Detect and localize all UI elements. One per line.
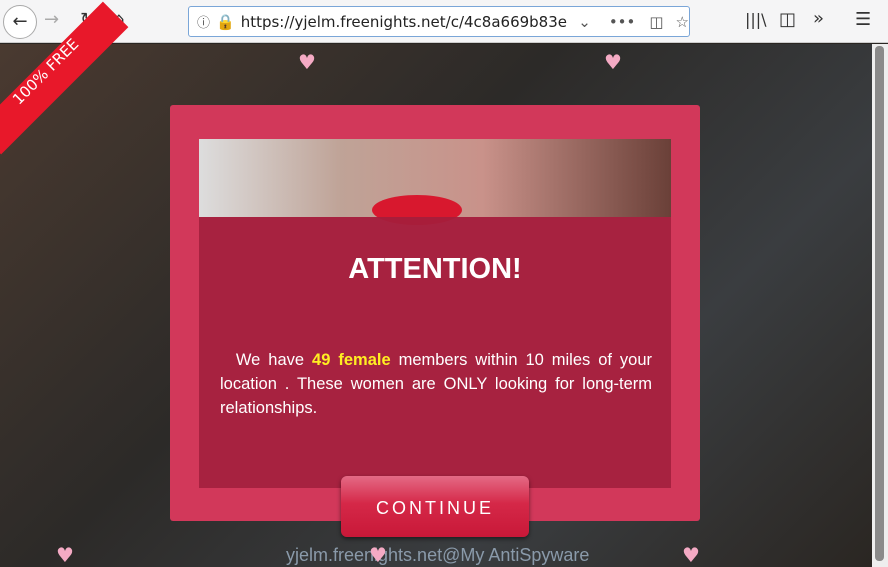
lock-icon: 🔒 [216,12,235,31]
continue-button[interactable]: CONTINUE [341,476,529,537]
modal-message: We have 49 female members within 10 mile… [220,348,652,420]
pocket-icon[interactable]: ◫ [649,13,663,31]
back-icon[interactable]: ← [3,5,37,39]
modal-title: ATTENTION! [348,253,522,285]
heart-icon: ♥ [604,50,622,74]
info-icon[interactable]: ⓘ [197,12,210,31]
msg-highlight: 49 female [312,351,391,369]
scrollbar-thumb[interactable] [875,46,884,561]
heart-icon: ♥ [56,543,74,567]
heart-icon: ♥ [298,50,316,74]
browser-toolbar: ← → ↻ ⌂ ⓘ 🔒 https://yjelm.freenights.net… [0,0,888,43]
more-icon[interactable]: ••• [609,13,636,31]
heart-icon: ♥ [682,543,700,567]
forward-icon[interactable]: → [44,9,59,30]
watermark: yjelm.freenights.net@My AntiSpyware [286,545,590,565]
menu-icon[interactable]: ☰ [855,9,871,30]
sidebar-icon[interactable]: ◫ [779,9,796,30]
url-text[interactable]: https://yjelm.freenights.net/c/4c8a669b8… [241,13,569,31]
heart-icon: ♥ [369,543,387,567]
overflow-icon[interactable]: » [813,8,824,29]
dropdown-icon[interactable]: ⌄ [578,13,591,31]
msg-text: We have [235,351,313,369]
url-bar[interactable]: ⓘ 🔒 https://yjelm.freenights.net/c/4c8a6… [188,6,690,37]
library-icon[interactable]: |||\ [745,10,767,29]
star-icon[interactable]: ☆ [676,13,689,31]
